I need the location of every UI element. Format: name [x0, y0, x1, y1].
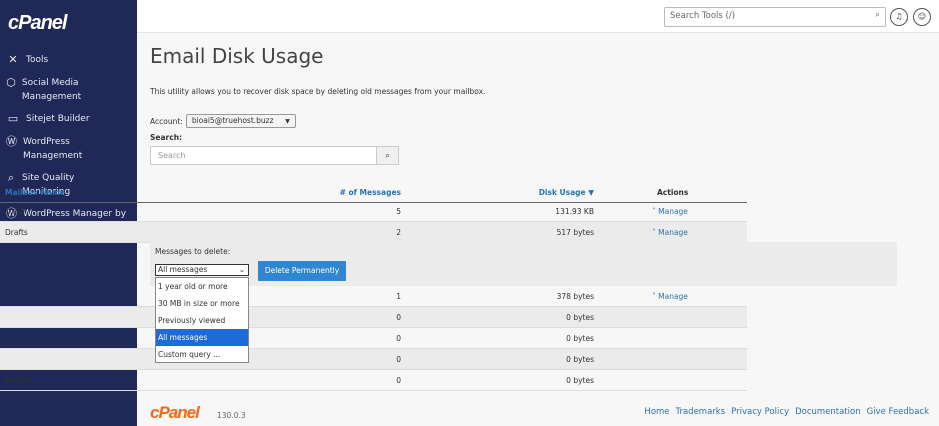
dropdown-option[interactable]: Custom query ...: [156, 346, 248, 363]
tool-search-input[interactable]: Search Tools (/) ⌕: [664, 7, 886, 27]
delete-permanently-button[interactable]: Delete Permanently: [258, 261, 346, 281]
cpanel-logo[interactable]: cPanel: [8, 12, 67, 35]
footer-link-documentation[interactable]: Documentation: [795, 407, 861, 417]
sidebar-item-sitejet[interactable]: ▭ Sitejet Builder: [6, 112, 90, 126]
chevron-down-icon: ⌄: [238, 265, 245, 274]
col-disk-usage[interactable]: Disk Usage ▼: [539, 188, 594, 197]
dropdown-option-selected[interactable]: All messages: [156, 329, 248, 346]
search-icon: ⌕: [385, 151, 390, 160]
notifications-icon[interactable]: ♫: [890, 8, 908, 26]
table-row: 0 0 bytes: [0, 328, 747, 349]
sidebar-item-tools[interactable]: ✕ Tools: [6, 53, 48, 67]
mailbox-name: Trash: [5, 207, 25, 216]
dropdown-option[interactable]: 1 year old or more: [156, 278, 248, 295]
sidebar-item-social-media[interactable]: ⬡ Social Media Management: [6, 76, 106, 104]
table-row: Archive 0 0 bytes: [0, 370, 747, 391]
messages-to-delete-select[interactable]: All messages ⌄: [155, 264, 249, 276]
page-description: This utility allows you to recover disk …: [150, 87, 486, 96]
message-count: 5: [396, 207, 401, 216]
manage-link[interactable]: ˅ Manage: [652, 292, 688, 301]
footer-link-trademarks[interactable]: Trademarks: [676, 407, 726, 417]
disk-usage: 378 bytes: [556, 292, 594, 301]
message-count: 0: [396, 313, 401, 322]
dropdown-option[interactable]: Previously viewed: [156, 312, 248, 329]
caret-down-icon: ▼: [285, 118, 290, 125]
top-bar: Search Tools (/) ⌕ ♫ ☺: [137, 0, 939, 33]
sidebar-item-wordpress-management[interactable]: Ⓦ WordPress Management: [6, 135, 106, 163]
message-count: 0: [396, 355, 401, 364]
search-button[interactable]: ⌕: [376, 147, 398, 164]
message-count: 0: [396, 334, 401, 343]
account-select[interactable]: bioai5@truehost.buzz ▼: [185, 114, 296, 128]
mailbox-name: Drafts: [5, 228, 28, 237]
footer-link-home[interactable]: Home: [644, 407, 669, 417]
col-messages[interactable]: # of Messages: [340, 188, 401, 197]
dropdown-option[interactable]: 30 MB in size or more: [156, 295, 248, 312]
mailbox-search-input[interactable]: Search ⌕: [150, 146, 399, 165]
user-icon[interactable]: ☺: [913, 8, 931, 26]
tools-icon: ✕: [8, 53, 18, 66]
table-row: Drafts 2 517 bytes ˄ Manage: [0, 222, 747, 243]
messages-dropdown-list: 1 year old or more 30 MB in size or more…: [155, 277, 249, 363]
footer-link-privacy[interactable]: Privacy Policy: [731, 407, 789, 417]
table-row: Trash 5 131.93 KB ˅ Manage: [0, 201, 747, 222]
disk-usage: 131.93 KB: [555, 207, 594, 216]
footer-link-feedback[interactable]: Give Feedback: [867, 407, 929, 417]
delete-messages-panel: Messages to delete: All messages ⌄ Delete…: [150, 242, 897, 286]
disk-usage: 0 bytes: [566, 376, 594, 385]
wordpress-icon: Ⓦ: [6, 135, 17, 148]
manage-link[interactable]: ˅ Manage: [652, 207, 688, 216]
message-count: 1: [396, 292, 401, 301]
footer-cpanel-logo: cPanel: [150, 403, 200, 422]
disk-usage: 0 bytes: [566, 355, 594, 364]
footer-links: Home Trademarks Privacy Policy Documenta…: [644, 407, 929, 417]
col-actions: Actions: [657, 188, 689, 197]
page-title: Email Disk Usage: [150, 44, 324, 68]
search-label: Search:: [150, 133, 183, 142]
disk-usage: 0 bytes: [566, 334, 594, 343]
disk-usage: 517 bytes: [556, 228, 594, 237]
manage-link[interactable]: ˄ Manage: [652, 228, 688, 237]
table-row: 0 0 bytes: [0, 307, 747, 328]
message-count: 2: [396, 228, 401, 237]
col-mailbox-name[interactable]: Mailbox Name: [5, 188, 65, 197]
version: 130.0.3: [217, 411, 246, 420]
social-icon: ⬡: [6, 76, 16, 89]
search-icon[interactable]: ⌕: [875, 10, 880, 20]
table-header: Mailbox Name # of Messages Disk Usage ▼ …: [0, 182, 747, 203]
account-selector: Account: bioai5@truehost.buzz ▼: [150, 114, 296, 128]
mailbox-name: Archive: [5, 376, 34, 385]
table-row: 1 378 bytes ˅ Manage: [0, 286, 747, 307]
table-row: 0 0 bytes: [0, 349, 747, 370]
monitor-icon: ▭: [7, 112, 19, 125]
message-count: 0: [396, 376, 401, 385]
disk-usage: 0 bytes: [566, 313, 594, 322]
